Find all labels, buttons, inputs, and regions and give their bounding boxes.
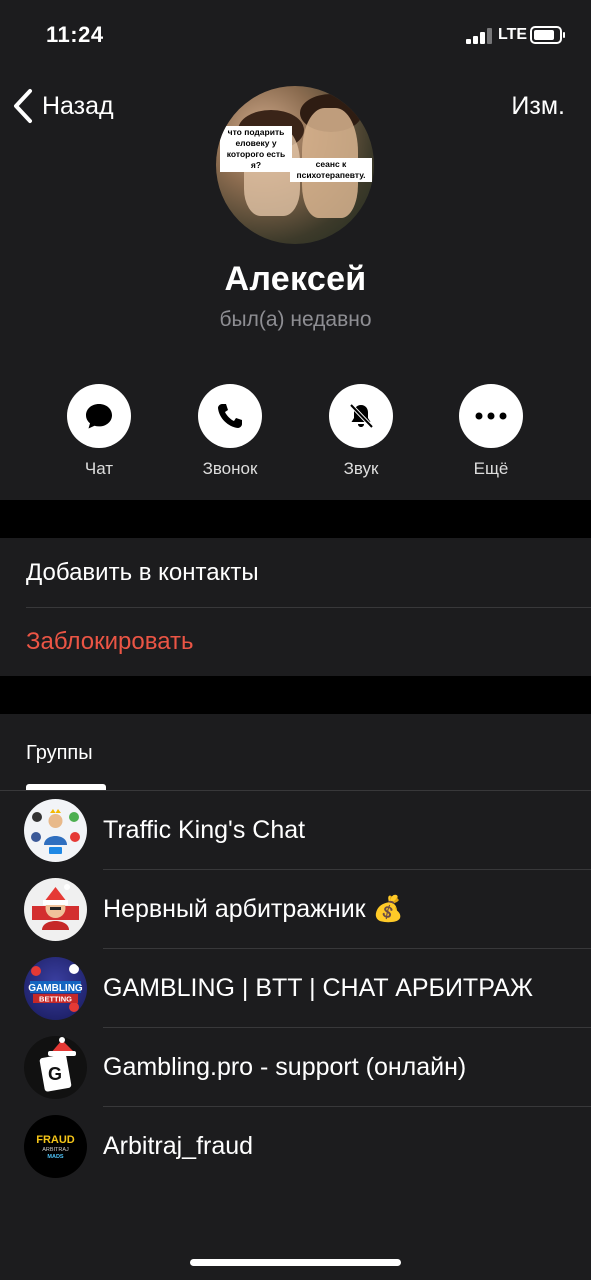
battery-icon: [530, 26, 565, 44]
block-user-button[interactable]: Заблокировать: [0, 607, 591, 676]
mute-button[interactable]: Звук: [306, 384, 416, 479]
svg-text:MADS: MADS: [47, 1154, 64, 1160]
group-name: Traffic King's Chat: [103, 816, 306, 844]
group-name: GAMBLING | BTT | CHAT АРБИТРАЖ: [103, 974, 533, 1002]
more-button[interactable]: Ещё: [436, 384, 546, 479]
group-name: Gambling.pro - support (онлайн): [103, 1053, 467, 1081]
avatar-caption-1: что подарить еловеку у которого есть я?: [220, 126, 292, 172]
groups-tab[interactable]: Группы: [26, 742, 93, 765]
network-type: LTE: [498, 26, 528, 43]
call-label: Звонок: [202, 459, 258, 478]
signal-icon: [466, 28, 494, 44]
bell-muted-icon: [329, 384, 393, 448]
profile-header: Назад Изм. что подарить еловеку у которо…: [0, 70, 591, 500]
call-button[interactable]: Звонок: [175, 384, 285, 479]
group-row[interactable]: FRAUD ARBITRAJ MADS Arbitraj_fraud: [0, 1107, 591, 1186]
add-contact-button[interactable]: Добавить в контакты: [0, 538, 591, 607]
chat-button[interactable]: Чат: [44, 384, 154, 479]
more-dots-icon: [459, 384, 523, 448]
groups-section: Группы Traffic King's Chat Нервный арбит…: [0, 714, 591, 1184]
chat-bubble-icon: [67, 384, 131, 448]
group-avatar: FRAUD ARBITRAJ MADS: [24, 1115, 87, 1178]
status-bar: 11:24 LTE: [0, 0, 591, 70]
group-row[interactable]: Traffic King's Chat: [0, 791, 591, 870]
chat-label: Чат: [84, 459, 114, 478]
svg-text:GAMBLING: GAMBLING: [28, 983, 83, 994]
group-row[interactable]: Нервный арбитражник 💰: [0, 870, 591, 949]
svg-text:FRAUD: FRAUD: [36, 1134, 75, 1146]
group-name: Нервный арбитражник 💰: [103, 895, 404, 923]
contact-actions-section: Добавить в контакты Заблокировать: [0, 538, 591, 676]
group-row[interactable]: G Gambling.pro - support (онлайн): [0, 1028, 591, 1107]
profile-name: Алексей: [224, 260, 367, 298]
group-avatar: G: [24, 1036, 87, 1099]
mute-label: Звук: [343, 459, 379, 478]
back-button[interactable]: Назад: [12, 88, 114, 124]
edit-button[interactable]: Изм.: [511, 88, 565, 124]
phone-icon: [198, 384, 262, 448]
group-avatar: [24, 878, 87, 941]
svg-text:G: G: [48, 1064, 62, 1084]
last-seen-status: был(а) недавно: [219, 308, 372, 331]
home-indicator[interactable]: [190, 1259, 401, 1266]
back-label: Назад: [42, 91, 114, 120]
svg-text:ARBITRAJ: ARBITRAJ: [42, 1147, 69, 1153]
chevron-left-icon: [12, 88, 36, 124]
group-avatar: GAMBLING BETTING: [24, 957, 87, 1020]
more-label: Ещё: [473, 459, 509, 478]
group-avatar: [24, 799, 87, 862]
svg-text:BETTING: BETTING: [39, 995, 72, 1004]
status-time: 11:24: [46, 22, 104, 47]
group-name: Arbitraj_fraud: [103, 1132, 254, 1160]
profile-avatar[interactable]: что подарить еловеку у которого есть я? …: [216, 86, 374, 244]
avatar-caption-2: сеанс к психотерапевту.: [290, 158, 372, 182]
group-row[interactable]: GAMBLING BETTING GAMBLING | BTT | CHAT А…: [0, 949, 591, 1028]
